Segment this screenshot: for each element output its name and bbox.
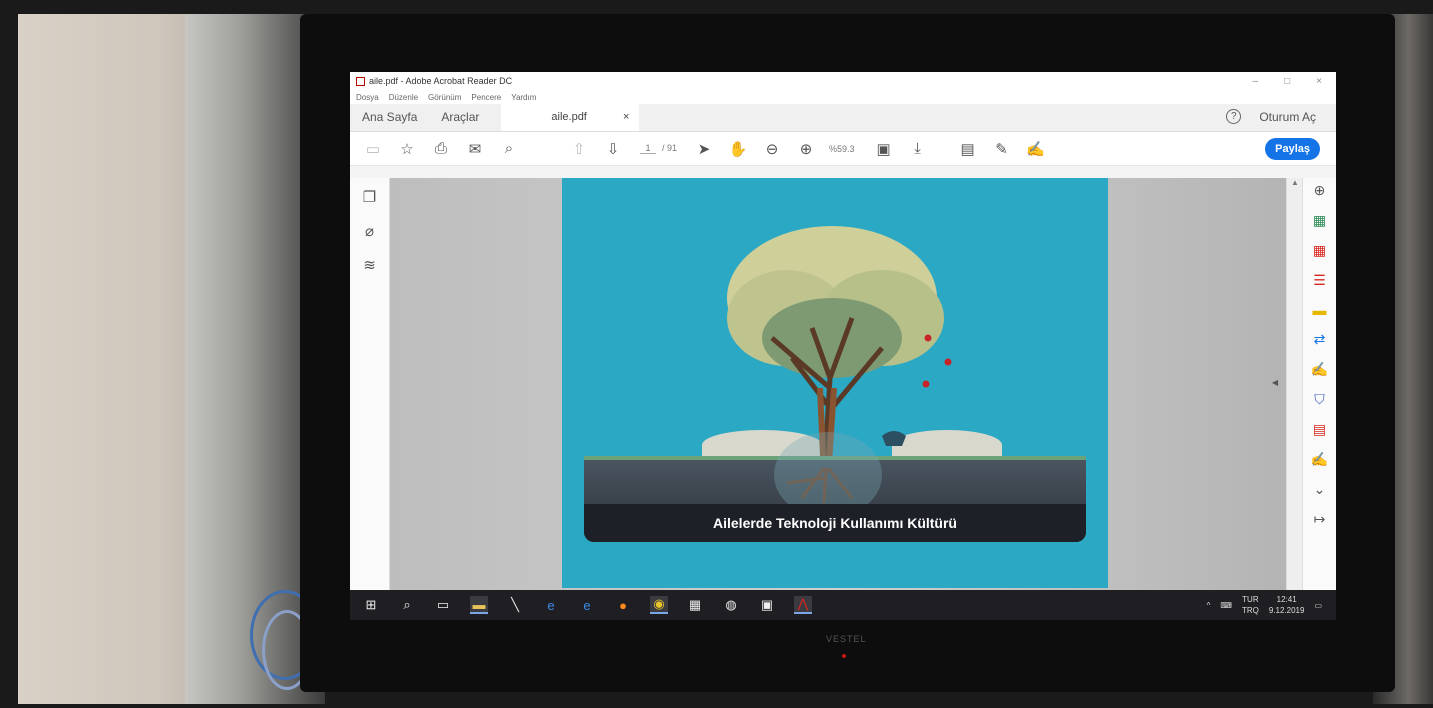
email-icon[interactable]: ✉ — [464, 138, 486, 160]
clock-time: 12:41 — [1276, 595, 1297, 604]
previous-page-icon[interactable]: ⇧ — [568, 138, 590, 160]
hand-tool-icon[interactable]: ✋ — [727, 138, 749, 160]
layers-icon[interactable]: ≋ — [363, 256, 376, 274]
maximize-button[interactable]: □ — [1284, 76, 1290, 87]
more-tools-icon[interactable]: ⌄ — [1314, 481, 1326, 498]
minimize-button[interactable]: – — [1253, 76, 1259, 87]
page-caption: Ailelerde Teknoloji Kullanımı Kültürü — [584, 504, 1086, 542]
chrome-icon[interactable]: ◉ — [650, 596, 668, 614]
page-thumbnails-icon[interactable]: ❐ — [363, 188, 376, 206]
signature-icon[interactable]: ✍ — [1311, 451, 1328, 468]
keyboard-icon[interactable]: ⌨ — [1220, 601, 1232, 610]
bookmark-star-icon[interactable]: ☆ — [396, 138, 418, 160]
monitor-brand: VESTEL — [826, 634, 867, 644]
internet-explorer-icon[interactable]: e — [578, 596, 596, 614]
select-cursor-icon[interactable]: ➤ — [693, 138, 715, 160]
tab-bar: Ana Sayfa Araçlar aile.pdf × ? Oturum Aç — [350, 103, 1336, 132]
page-fit-icon[interactable]: ▣ — [873, 138, 895, 160]
tab-document-label: aile.pdf — [551, 111, 587, 123]
file-explorer-icon[interactable]: ▬ — [470, 596, 488, 614]
power-led — [842, 654, 846, 658]
menu-item-file[interactable]: Dosya — [356, 93, 379, 102]
zoom-search-icon[interactable]: ⊕ — [1314, 182, 1326, 199]
page-total: / 91 — [662, 143, 678, 153]
tab-document[interactable]: aile.pdf × — [501, 103, 640, 131]
help-icon[interactable]: ? — [1226, 109, 1242, 124]
paint-icon[interactable]: ◍ — [722, 596, 740, 614]
zoom-out-icon[interactable]: ⊖ — [761, 138, 783, 160]
window-controls: – □ × — [1253, 76, 1336, 87]
tools-pane: ⊕ ▦ ▦ ☰ ▬ ⇄ ✍ ⛉ ▤ ✍ ⌄ ↦ — [1302, 178, 1336, 590]
language-indicator[interactable]: TUR TRQ — [1242, 594, 1259, 616]
window-title: aile.pdf - Adobe Acrobat Reader DC — [369, 76, 513, 86]
menu-item-edit[interactable]: Düzenle — [389, 93, 418, 102]
network-app-icon[interactable]: ▣ — [758, 596, 776, 614]
screen: aile.pdf - Adobe Acrobat Reader DC – □ ×… — [350, 72, 1336, 620]
language-top: TUR — [1242, 595, 1259, 604]
zoom-in-icon[interactable]: ⊕ — [795, 138, 817, 160]
zoom-level-select[interactable]: %59.3 — [829, 144, 855, 154]
window-titlebar: aile.pdf - Adobe Acrobat Reader DC – □ × — [350, 72, 1336, 90]
send-for-review-icon[interactable]: ⇄ — [1314, 331, 1326, 348]
highlight-pen-icon[interactable]: ✎ — [991, 138, 1013, 160]
task-view-icon[interactable]: ▭ — [434, 596, 452, 614]
print-icon[interactable]: ⎙ — [430, 138, 452, 160]
expand-pane-icon[interactable]: ↦ — [1314, 511, 1326, 528]
notifications-icon[interactable]: ▭ — [1314, 601, 1322, 610]
clock[interactable]: 12:41 9.12.2019 — [1269, 594, 1305, 616]
create-pdf-icon[interactable]: ▦ — [1313, 242, 1326, 259]
sign-icon[interactable]: ✍ — [1025, 138, 1047, 160]
account-area: ? Oturum Aç — [1226, 109, 1336, 131]
acrobat-taskbar-icon[interactable]: ⋀ — [794, 596, 812, 614]
windows-taskbar: ⊞ ⌕ ▭ ▬ ╲ e e ● ◉ ▦ ◍ ▣ ⋀ ^ ⌨ TUR TRQ 12… — [350, 590, 1336, 620]
clock-date: 9.12.2019 — [1268, 606, 1305, 615]
pdf-page: Ailelerde Teknoloji Kullanımı Kültürü — [562, 178, 1108, 588]
tab-tools[interactable]: Araçlar — [429, 110, 491, 131]
organize-pages-icon[interactable]: ☰ — [1313, 272, 1326, 289]
tab-home[interactable]: Ana Sayfa — [350, 110, 429, 131]
pen-app-icon[interactable]: ╲ — [506, 596, 524, 614]
save-icon[interactable]: ▭ — [362, 138, 384, 160]
edge-browser-icon[interactable]: e — [542, 596, 560, 614]
pdf-file-icon[interactable]: ▤ — [1313, 421, 1326, 438]
menu-item-view[interactable]: Görünüm — [428, 93, 461, 102]
attachments-icon[interactable]: ⌀ — [365, 222, 374, 240]
next-page-icon[interactable]: ⇩ — [602, 138, 624, 160]
search-icon[interactable]: ⌕ — [398, 596, 416, 614]
menu-bar: Dosya Düzenle Görünüm Pencere Yardım — [350, 90, 1336, 104]
comment-icon[interactable]: ▤ — [957, 138, 979, 160]
page-navigator: 1 / 91 — [640, 143, 677, 154]
protect-icon[interactable]: ⛉ — [1314, 391, 1325, 408]
scroll-mode-icon[interactable]: ⤓ — [907, 138, 929, 160]
fill-sign-icon[interactable]: ✍ — [1311, 361, 1328, 378]
close-button[interactable]: × — [1316, 76, 1322, 87]
language-bottom: TRQ — [1241, 606, 1259, 615]
share-button[interactable]: Paylaş — [1265, 137, 1320, 160]
acrobat-icon — [356, 76, 365, 86]
firefox-icon[interactable]: ● — [614, 596, 632, 614]
calculator-icon[interactable]: ▦ — [686, 596, 704, 614]
signin-link[interactable]: Oturum Aç — [1259, 110, 1316, 124]
menu-item-window[interactable]: Pencere — [471, 93, 501, 102]
caption-text: Ailelerde Teknoloji Kullanımı Kültürü — [713, 515, 957, 531]
show-hidden-icons-icon[interactable]: ^ — [1207, 601, 1211, 610]
toolbar: ▭ ☆ ⎙ ✉ ⌕ ⇧ ⇩ 1 / 91 ➤ ✋ ⊖ ⊕ %59.3 ▣ ⤓ ▤… — [350, 132, 1336, 166]
menu-item-help[interactable]: Yardım — [511, 93, 536, 102]
collapse-right-pane-icon[interactable]: ◀ — [1272, 378, 1278, 387]
page-number-input[interactable]: 1 — [640, 143, 656, 154]
workspace: ❐ ⌀ ≋ ◀ — [350, 178, 1336, 590]
export-pdf-icon[interactable]: ▦ — [1313, 212, 1326, 229]
comment-tool-icon[interactable]: ▬ — [1313, 302, 1327, 318]
left-navigation-pane: ❐ ⌀ ≋ — [350, 178, 390, 590]
scroll-up-icon[interactable]: ▲ — [1291, 178, 1299, 187]
vertical-scrollbar[interactable]: ▲ — [1286, 178, 1302, 590]
system-tray: ^ ⌨ TUR TRQ 12:41 9.12.2019 ▭ — [1207, 594, 1336, 616]
document-view[interactable]: Ailelerde Teknoloji Kullanımı Kültürü — [390, 178, 1286, 590]
tab-close-icon[interactable]: × — [623, 111, 629, 123]
search-icon[interactable]: ⌕ — [498, 138, 520, 160]
windows-start-icon[interactable]: ⊞ — [362, 596, 380, 614]
